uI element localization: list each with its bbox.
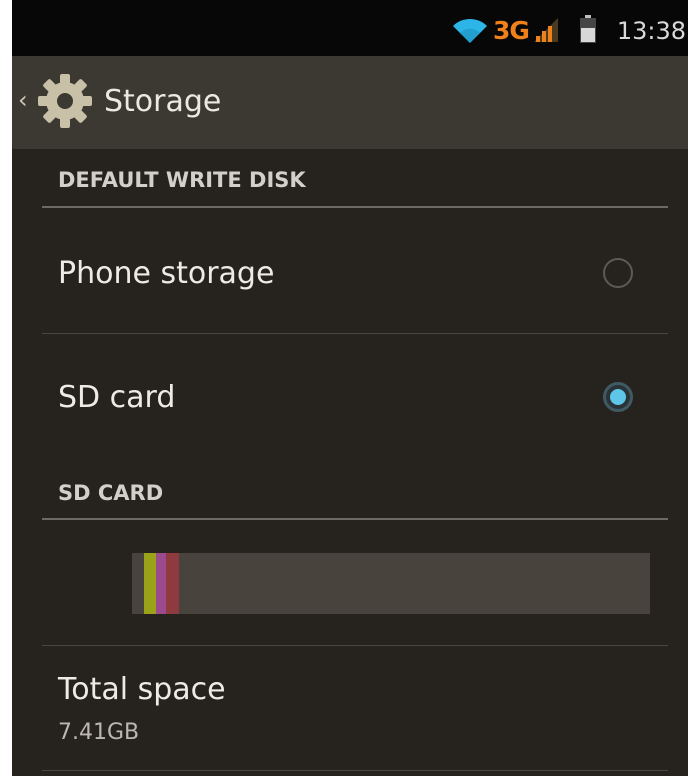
network-type: 3G [493,16,530,45]
total-space-label: Total space [58,672,226,707]
divider [42,645,668,646]
divider [42,770,668,771]
option-sd-card-label: SD card [58,380,176,415]
clock: 13:38 [616,17,686,45]
divider [42,206,668,208]
phone-screen: 3G 13:38 ‹ Storage DEFAULT WRITE DISK Ph… [12,0,688,776]
section-header-sd-card: SD CARD [58,481,164,505]
radio-selected-dot [610,389,626,405]
storage-usage-bar [132,553,650,614]
status-bar: 3G 13:38 [12,0,688,56]
usage-segment [166,553,179,614]
phone-storage-radio[interactable] [603,258,633,288]
wifi-icon [452,18,488,48]
action-bar: ‹ Storage [12,56,688,149]
back-chevron-icon[interactable]: ‹ [18,86,28,114]
option-phone-storage-label: Phone storage [58,256,275,291]
battery-icon [580,15,596,47]
total-space-value: 7.41GB [58,720,140,745]
usage-segment [156,553,166,614]
usage-segment [144,553,156,614]
divider [42,518,668,520]
divider [42,333,668,334]
section-header-default-write-disk: DEFAULT WRITE DISK [58,168,306,192]
sd-card-radio[interactable] [603,382,633,412]
signal-icon [534,18,558,46]
page-title: Storage [104,84,222,119]
settings-gear-icon[interactable] [36,72,94,134]
